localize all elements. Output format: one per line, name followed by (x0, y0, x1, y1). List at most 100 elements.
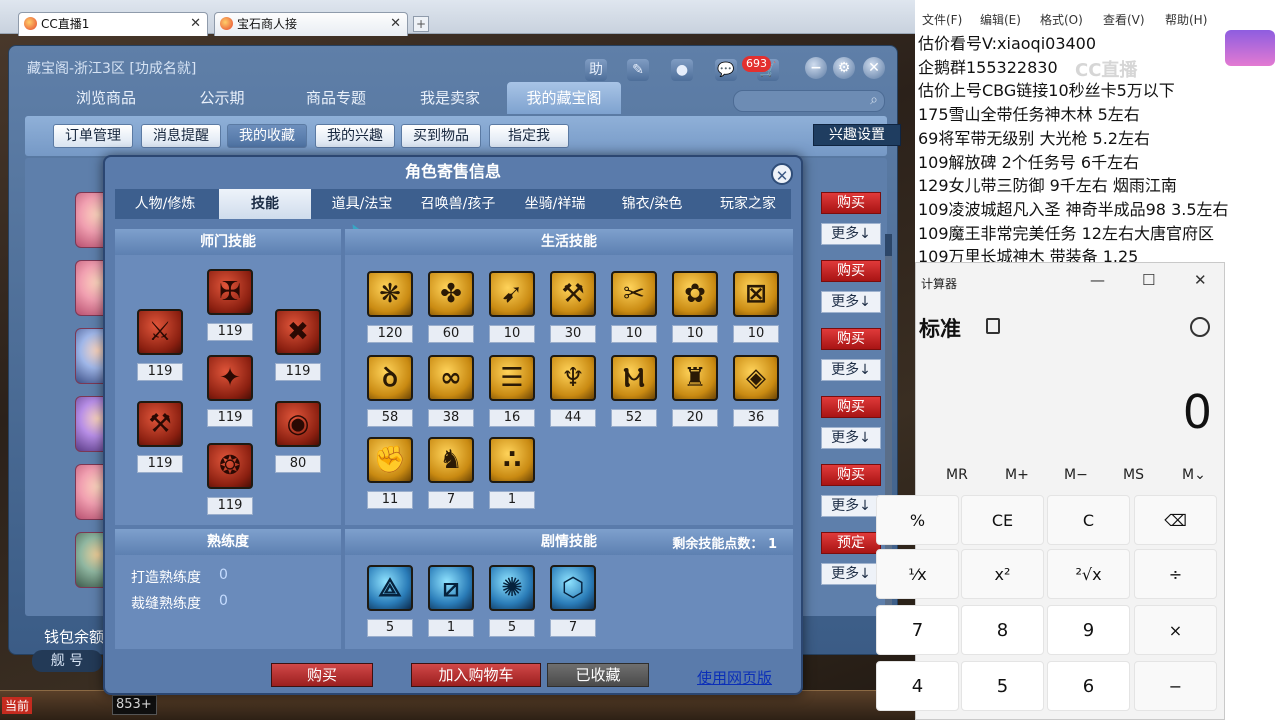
multiply-key[interactable]: × (1134, 605, 1217, 655)
browser-tab-gem[interactable]: 宝石商人接 ✕ (214, 12, 408, 36)
search-input[interactable]: ⌕ (733, 90, 885, 112)
life-skill-12-icon[interactable]: Ⲙ (611, 355, 657, 401)
life-skill-11-icon[interactable]: ♆ (550, 355, 596, 401)
more-button[interactable]: 更多↓ (821, 495, 881, 517)
tab-player-home[interactable]: 玩家之家 (701, 189, 795, 219)
close-dialog-button[interactable]: ✕ (771, 163, 793, 185)
menu-file[interactable]: 文件(F) (922, 11, 962, 28)
percent-key[interactable]: % (876, 495, 959, 545)
school-skill-6-icon[interactable]: ◉ (275, 401, 321, 447)
more-button[interactable]: 更多↓ (821, 563, 881, 585)
reserve-button[interactable]: 预定 (821, 532, 881, 554)
school-skill-4-icon[interactable]: ✦ (207, 355, 253, 401)
menu-view[interactable]: 查看(V) (1103, 11, 1145, 28)
digit-8-key[interactable]: 8 (961, 605, 1044, 655)
clear-entry-key[interactable]: CE (961, 495, 1044, 545)
use-web-version-link[interactable]: 使用网页版 (697, 667, 772, 688)
school-skill-2-icon[interactable]: ✠ (207, 269, 253, 315)
life-skill-13-icon[interactable]: ♜ (672, 355, 718, 401)
life-skill-1-icon[interactable]: ❋ (367, 271, 413, 317)
message-reminder-button[interactable]: 消息提醒 (141, 124, 221, 148)
life-skill-14-icon[interactable]: ◈ (733, 355, 779, 401)
tab-outfits[interactable]: 锦衣/染色 (605, 189, 699, 219)
digit-7-key[interactable]: 7 (876, 605, 959, 655)
story-skill-4-icon[interactable]: ⬡ (550, 565, 596, 611)
life-skill-7-icon[interactable]: ⊠ (733, 271, 779, 317)
history-icon[interactable] (1190, 317, 1210, 337)
tab-browse-goods[interactable]: 浏览商品 (51, 82, 161, 114)
buy-button[interactable]: 购买 (271, 663, 373, 687)
chat-input[interactable]: 853+ (112, 695, 157, 715)
life-skill-15-icon[interactable]: ✊ (367, 437, 413, 483)
tab-public-period[interactable]: 公示期 (167, 82, 277, 114)
digit-9-key[interactable]: 9 (1047, 605, 1130, 655)
close-icon[interactable]: ✕ (1194, 271, 1207, 289)
minimize-icon[interactable]: — (1090, 271, 1105, 289)
calculator-mode[interactable]: 标准 (919, 313, 961, 343)
search-icon[interactable]: ⌕ (870, 92, 878, 108)
add-to-cart-button[interactable]: 加入购物车 (411, 663, 541, 687)
life-skill-17-icon[interactable]: ∴ (489, 437, 535, 483)
life-skill-9-icon[interactable]: ∞ (428, 355, 474, 401)
digit-4-key[interactable]: 4 (876, 661, 959, 711)
tab-items[interactable]: 道具/法宝 (315, 189, 409, 219)
chat-channel-label[interactable]: 当前 (2, 697, 33, 714)
tab-seller[interactable]: 我是卖家 (395, 82, 505, 114)
more-button[interactable]: 更多↓ (821, 359, 881, 381)
buy-button[interactable]: 购买 (821, 260, 881, 282)
school-skill-1-icon[interactable]: ⚔ (137, 309, 183, 355)
help-icon[interactable]: 助 (585, 59, 607, 81)
browser-tab-cc-live[interactable]: CC直播1 ✕ (18, 12, 208, 36)
clear-key[interactable]: C (1047, 495, 1130, 545)
memory-list-button[interactable]: M⌄ (1182, 467, 1206, 483)
bought-items-button[interactable]: 买到物品 (401, 124, 481, 148)
backspace-key[interactable]: ⌫ (1134, 495, 1217, 545)
scrollbar-thumb[interactable] (885, 234, 892, 256)
memory-add-button[interactable]: M+ (1005, 467, 1029, 483)
digit-6-key[interactable]: 6 (1047, 661, 1130, 711)
minimize-button[interactable]: − (805, 57, 827, 79)
notepad-text[interactable]: 估价看号V:xiaoqi03400 企鹅群155322830 估价上号CBG链接… (918, 32, 1229, 269)
digit-5-key[interactable]: 5 (961, 661, 1044, 711)
menu-help[interactable]: 帮助(H) (1165, 11, 1207, 28)
life-skill-2-icon[interactable]: ✤ (428, 271, 474, 317)
my-favorites-button[interactable]: 我的收藏 (227, 124, 307, 148)
new-tab-button[interactable]: + (413, 16, 429, 32)
tab-mounts[interactable]: 坐骑/祥瑞 (507, 189, 603, 219)
more-button[interactable]: 更多↓ (821, 427, 881, 449)
buy-button[interactable]: 购买 (821, 396, 881, 418)
life-skill-5-icon[interactable]: ✂ (611, 271, 657, 317)
message-icon[interactable]: 💬 (715, 59, 737, 81)
minus-key[interactable]: − (1134, 661, 1217, 711)
divide-key[interactable]: ÷ (1134, 549, 1217, 599)
menu-format[interactable]: 格式(O) (1040, 11, 1083, 28)
tab-my-pavilion[interactable]: 我的藏宝阁 (507, 82, 621, 114)
record-icon[interactable]: ● (671, 59, 693, 81)
life-skill-10-icon[interactable]: ☰ (489, 355, 535, 401)
sqrt-key[interactable]: ²√x (1047, 549, 1130, 599)
tab-pets[interactable]: 召唤兽/孩子 (411, 189, 505, 219)
tab-skills[interactable]: 技能 (219, 189, 311, 219)
school-skill-7-icon[interactable]: ❂ (207, 443, 253, 489)
school-skill-3-icon[interactable]: ✖ (275, 309, 321, 355)
tab-topics[interactable]: 商品专题 (281, 82, 391, 114)
story-skill-1-icon[interactable]: ⟁ (367, 565, 413, 611)
favorited-button[interactable]: 已收藏 (547, 663, 649, 687)
story-skill-2-icon[interactable]: ⧄ (428, 565, 474, 611)
edit-icon[interactable]: ✎ (627, 59, 649, 81)
life-skill-16-icon[interactable]: ♞ (428, 437, 474, 483)
memory-recall-button[interactable]: MR (946, 467, 968, 483)
keep-on-top-icon[interactable] (986, 318, 1000, 334)
memory-subtract-button[interactable]: M− (1064, 467, 1088, 483)
close-window-button[interactable]: ✕ (863, 57, 885, 79)
life-skill-3-icon[interactable]: ➹ (489, 271, 535, 317)
settings-button[interactable]: ⚙ (833, 57, 855, 79)
menu-edit[interactable]: 编辑(E) (980, 11, 1021, 28)
reciprocal-key[interactable]: ⅟x (876, 549, 959, 599)
assigned-to-me-button[interactable]: 指定我 (489, 124, 569, 148)
buy-button[interactable]: 购买 (821, 464, 881, 486)
maximize-icon[interactable]: ☐ (1142, 271, 1155, 289)
close-tab-icon[interactable]: ✕ (190, 13, 201, 35)
more-button[interactable]: 更多↓ (821, 223, 881, 245)
square-key[interactable]: x² (961, 549, 1044, 599)
